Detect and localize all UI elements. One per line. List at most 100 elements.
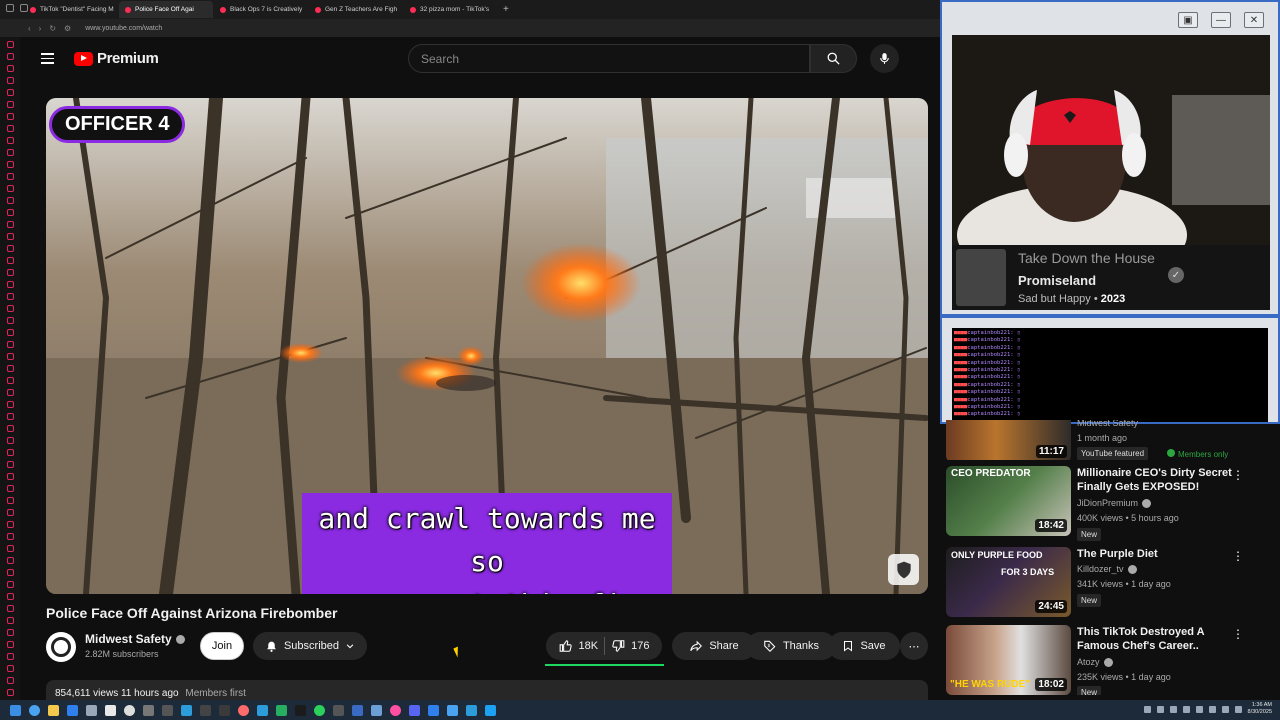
- reload-icon[interactable]: ↻: [49, 24, 56, 33]
- sidebar-app-icon[interactable]: [6, 221, 14, 228]
- restore-icon[interactable]: ▣: [1178, 12, 1198, 28]
- tab-gen-z-teachers[interactable]: Gen Z Teachers Are Figh: [309, 1, 403, 18]
- rec-channel[interactable]: JiDionPremium: [1077, 498, 1152, 508]
- video-thumbnail[interactable]: CEO PREDATOR 18:42: [946, 466, 1071, 536]
- sidebar-app-icon[interactable]: [6, 149, 14, 156]
- sidebar-app-icon[interactable]: [6, 269, 14, 276]
- app-icon[interactable]: [200, 704, 211, 716]
- sidebar-app-icon[interactable]: [6, 569, 14, 576]
- app-icon[interactable]: [238, 704, 249, 716]
- sidebar-app-icon[interactable]: [6, 65, 14, 72]
- recommendation-item[interactable]: ONLY PURPLE FOOD FOR 3 DAYS 24:45 The Pu…: [946, 547, 1276, 621]
- recommendation-item[interactable]: 11:17 Midwest Safety 1 month ago YouTube…: [946, 420, 1276, 460]
- tray-app-icon[interactable]: [1195, 705, 1203, 713]
- sidebar-app-icon[interactable]: [6, 653, 14, 660]
- recommendation-item[interactable]: CEO PREDATOR 18:42 Millionaire CEO's Dir…: [946, 466, 1276, 541]
- more-vert-icon[interactable]: ⋮: [1232, 549, 1244, 563]
- volume-icon[interactable]: [1234, 705, 1242, 713]
- sidebar-app-icon[interactable]: [6, 113, 14, 120]
- sidebar-app-icon[interactable]: [6, 389, 14, 396]
- like-dislike-button[interactable]: 18K 176: [546, 632, 662, 660]
- voice-search-button[interactable]: [870, 44, 899, 73]
- app-icon[interactable]: [390, 704, 401, 716]
- sidebar-app-icon[interactable]: [6, 173, 14, 180]
- app-icon[interactable]: [333, 704, 344, 716]
- sidebar-app-icon[interactable]: [6, 497, 14, 504]
- sidebar-app-icon[interactable]: [6, 377, 14, 384]
- terminal-icon[interactable]: [105, 704, 116, 716]
- rec-title[interactable]: The Purple Diet: [1077, 547, 1237, 561]
- new-tab-button[interactable]: +: [503, 4, 509, 15]
- app-icon[interactable]: [447, 704, 458, 716]
- sidebar-app-icon[interactable]: [6, 281, 14, 288]
- app-icon[interactable]: [86, 704, 97, 716]
- tab-list-icon[interactable]: [20, 4, 28, 12]
- sidebar-app-icon[interactable]: [6, 125, 14, 132]
- spotify-icon[interactable]: [314, 704, 325, 716]
- sidebar-app-icon[interactable]: [6, 449, 14, 456]
- youtube-logo[interactable]: Premium: [74, 50, 159, 67]
- sidebar-app-icon[interactable]: [6, 41, 14, 48]
- sidebar-app-icon[interactable]: [6, 437, 14, 444]
- thanks-button[interactable]: $ Thanks: [746, 632, 836, 660]
- channel-name-wrap[interactable]: Midwest Safety: [85, 632, 185, 646]
- sidebar-app-icon[interactable]: [6, 521, 14, 528]
- sidebar-app-icon[interactable]: [6, 605, 14, 612]
- thumbs-down-icon[interactable]: [611, 639, 625, 653]
- rec-channel[interactable]: Midwest Safety: [1077, 420, 1138, 428]
- sidebar-app-icon[interactable]: [6, 545, 14, 552]
- app-icon[interactable]: [162, 704, 173, 716]
- sidebar-app-icon[interactable]: [6, 233, 14, 240]
- sidebar-app-icon[interactable]: [6, 161, 14, 168]
- sidebar-app-icon[interactable]: [6, 581, 14, 588]
- share-button[interactable]: Share: [672, 632, 756, 660]
- app-icon[interactable]: [352, 704, 363, 716]
- sidebar-app-icon[interactable]: [6, 293, 14, 300]
- app-icon[interactable]: [485, 704, 496, 716]
- sidebar-app-icon[interactable]: [6, 509, 14, 516]
- join-button[interactable]: Join: [200, 632, 244, 660]
- sidebar-app-icon[interactable]: [6, 305, 14, 312]
- rec-title[interactable]: This TikTok Destroyed A Famous Chef's Ca…: [1077, 625, 1237, 653]
- more-vert-icon[interactable]: ⋮: [1232, 627, 1244, 641]
- wifi-icon[interactable]: [1221, 705, 1229, 713]
- sidebar-app-icon[interactable]: [6, 53, 14, 60]
- minimize-icon[interactable]: —: [1211, 12, 1231, 28]
- browser-menu-icon[interactable]: [6, 4, 14, 12]
- sidebar-app-icon[interactable]: [6, 137, 14, 144]
- recommendation-item[interactable]: "HE WAS RUDE" 18:02 This TikTok Destroye…: [946, 625, 1276, 695]
- sidebar-app-icon[interactable]: [6, 413, 14, 420]
- more-vert-icon[interactable]: ⋮: [1232, 468, 1244, 482]
- sidebar-app-icon[interactable]: [6, 401, 14, 408]
- tray-app-icon[interactable]: [1169, 705, 1177, 713]
- sidebar-app-icon[interactable]: [6, 473, 14, 480]
- start-icon[interactable]: [10, 704, 21, 716]
- browser-icon[interactable]: [29, 704, 40, 716]
- sidebar-app-icon[interactable]: [6, 101, 14, 108]
- sidebar-app-icon[interactable]: [6, 629, 14, 636]
- search-input[interactable]: [421, 51, 809, 66]
- rec-channel[interactable]: Atozy: [1077, 657, 1113, 667]
- video-player[interactable]: OFFICER 4 and crawl towards me so we can…: [46, 98, 928, 594]
- sidebar-app-icon[interactable]: [6, 77, 14, 84]
- menu-icon[interactable]: [41, 53, 54, 64]
- sidebar-app-icon[interactable]: [6, 677, 14, 684]
- sidebar-app-icon[interactable]: [6, 197, 14, 204]
- sidebar-app-icon[interactable]: [6, 617, 14, 624]
- sidebar-app-icon[interactable]: [6, 317, 14, 324]
- app-icon[interactable]: [466, 704, 477, 716]
- sidebar-app-icon[interactable]: [6, 461, 14, 468]
- app-icon[interactable]: [143, 704, 154, 716]
- app-icon[interactable]: [371, 704, 382, 716]
- sidebar-app-icon[interactable]: [6, 557, 14, 564]
- app-icon[interactable]: [295, 704, 306, 716]
- discord-icon[interactable]: [409, 704, 420, 716]
- more-actions-button[interactable]: ⋯: [900, 632, 928, 660]
- tray-chevron-icon[interactable]: [1143, 705, 1151, 713]
- video-thumbnail[interactable]: ONLY PURPLE FOOD FOR 3 DAYS 24:45: [946, 547, 1071, 617]
- app-icon[interactable]: [257, 704, 268, 716]
- search-button[interactable]: [810, 44, 857, 73]
- sidebar-app-icon[interactable]: [6, 485, 14, 492]
- tray-app-icon[interactable]: [1156, 705, 1164, 713]
- tab-tiktok-dentist[interactable]: TikTok "Dentist" Facing M: [24, 1, 118, 18]
